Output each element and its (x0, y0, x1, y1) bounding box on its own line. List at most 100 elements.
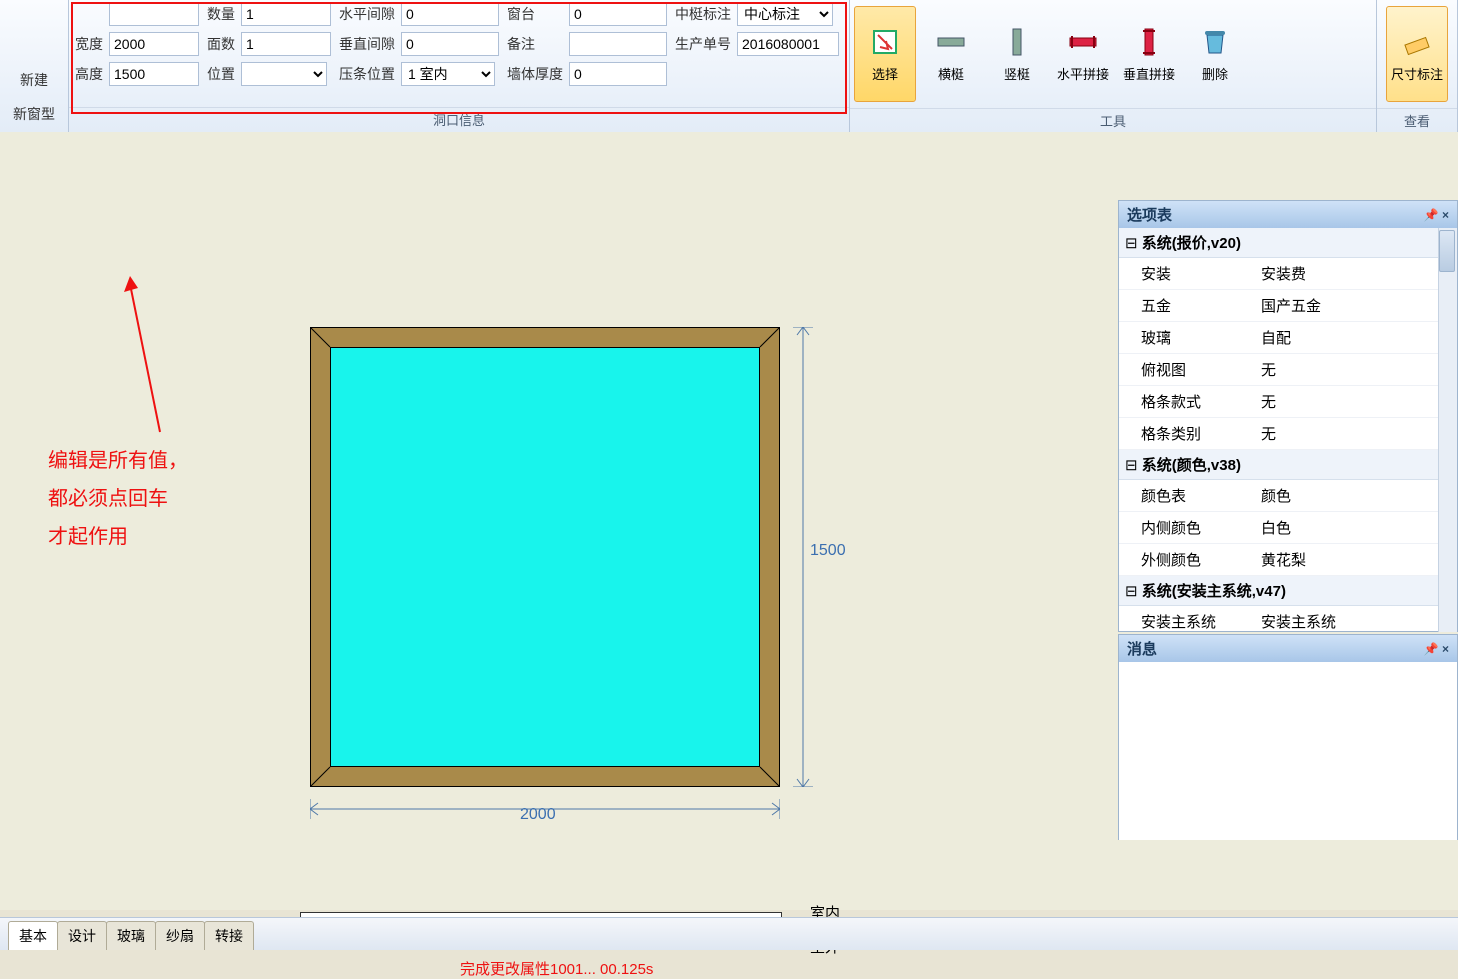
pos-select[interactable] (241, 62, 327, 86)
bottom-tab[interactable]: 转接 (204, 921, 254, 950)
bottom-tabs: 基本设计玻璃纱扇转接 (8, 922, 253, 950)
option-value[interactable]: 无 (1261, 391, 1449, 412)
option-row[interactable]: 内侧颜色白色 (1119, 512, 1457, 544)
options-scrollbar[interactable] (1438, 228, 1457, 632)
muntin-label: 中梃标注 (673, 2, 733, 26)
new-button[interactable]: 新建 (5, 66, 63, 94)
bead-pos-label: 压条位置 (337, 62, 397, 86)
option-value[interactable]: 国产五金 (1261, 295, 1449, 316)
ruler-icon (1401, 26, 1433, 58)
option-value[interactable]: 黄花梨 (1261, 549, 1449, 570)
order-input[interactable] (737, 32, 839, 56)
option-row[interactable]: 格条类别无 (1119, 418, 1457, 450)
pin-icon[interactable]: 📌 × (1424, 208, 1449, 222)
option-row[interactable]: 安装主系统安装主系统 (1119, 606, 1457, 632)
bead-pos-select[interactable]: 1 室内 (401, 62, 495, 86)
vgap-label: 垂直间隙 (337, 32, 397, 56)
h-mullion-icon (935, 26, 967, 58)
tool-v-join[interactable]: 垂直拼接 (1118, 6, 1180, 102)
bottom-tab[interactable]: 玻璃 (106, 921, 156, 950)
annotation-line3: 才起作用 (48, 518, 188, 556)
height-label: 高度 (73, 62, 105, 86)
option-group[interactable]: 系统(报价,v20) (1119, 228, 1457, 258)
wall-input[interactable] (569, 62, 667, 86)
select-icon (869, 26, 901, 58)
window-drawing[interactable] (310, 327, 780, 787)
bottom-tab[interactable]: 基本 (8, 921, 58, 950)
qty-input[interactable] (241, 2, 331, 26)
tool-dim-annotation[interactable]: 尺寸标注 (1386, 6, 1448, 102)
annotation-line2: 都必须点回车 (48, 480, 188, 518)
option-row[interactable]: 安装安装费 (1119, 258, 1457, 290)
dim-width-value: 2000 (520, 806, 556, 824)
messages-panel-header[interactable]: 消息 📌 × (1119, 635, 1457, 662)
ribbon-group-tools: 选择 横梃 竖梃 水平拼接 垂直拼接 删除 工具 (850, 0, 1377, 132)
tool-h-join[interactable]: 水平拼接 (1052, 6, 1114, 102)
muntin-select[interactable]: 中心标注 (737, 2, 833, 26)
new-window-type-button[interactable]: 新窗型 (5, 100, 63, 128)
tool-h-join-label: 水平拼接 (1057, 64, 1109, 83)
sill-input[interactable] (569, 2, 667, 26)
option-key: 格条类别 (1141, 423, 1261, 444)
group-label-tools: 工具 (850, 108, 1376, 133)
tool-delete-label: 删除 (1202, 64, 1228, 83)
frame-miters (310, 327, 780, 787)
tool-select[interactable]: 选择 (854, 6, 916, 102)
option-value[interactable]: 安装主系统 (1261, 611, 1449, 632)
ribbon-group-hole-info: 宽度 高度 数量 面数 位置 水平间隙 垂直间隙 压条位置 1 (69, 0, 850, 132)
h-join-icon (1067, 26, 1099, 58)
options-panel: 选项表 📌 × 系统(报价,v20)安装安装费五金国产五金玻璃自配俯视图无格条款… (1118, 200, 1458, 632)
bottom-tab[interactable]: 纱扇 (155, 921, 205, 950)
hgap-input[interactable] (401, 2, 499, 26)
option-key: 玻璃 (1141, 327, 1261, 348)
height-input[interactable] (109, 62, 199, 86)
option-key: 安装主系统 (1141, 611, 1261, 632)
tool-v-mullion[interactable]: 竖梃 (986, 6, 1048, 102)
tool-h-mullion[interactable]: 横梃 (920, 6, 982, 102)
option-key: 格条款式 (1141, 391, 1261, 412)
pin-icon[interactable]: 📌 × (1424, 642, 1449, 656)
tool-dim-label: 尺寸标注 (1391, 64, 1443, 83)
option-row[interactable]: 颜色表颜色 (1119, 480, 1457, 512)
width-input[interactable] (109, 32, 199, 56)
faces-input[interactable] (241, 32, 331, 56)
annotation-text: 编辑是所有值， 都必须点回车 才起作用 (48, 442, 188, 556)
tool-select-label: 选择 (872, 64, 898, 83)
option-value[interactable]: 无 (1261, 423, 1449, 444)
option-value[interactable]: 安装费 (1261, 263, 1449, 284)
option-row[interactable]: 玻璃自配 (1119, 322, 1457, 354)
note-input[interactable] (569, 32, 667, 56)
tool-delete[interactable]: 删除 (1184, 6, 1246, 102)
annotation-line1: 编辑是所有值， (48, 442, 188, 480)
option-row[interactable]: 格条款式无 (1119, 386, 1457, 418)
option-row[interactable]: 五金国产五金 (1119, 290, 1457, 322)
group-label-info: 洞口信息 (69, 107, 849, 132)
options-body[interactable]: 系统(报价,v20)安装安装费五金国产五金玻璃自配俯视图无格条款式无格条类别无系… (1119, 228, 1457, 632)
option-group[interactable]: 系统(安装主系统,v47) (1119, 576, 1457, 606)
trash-icon (1199, 26, 1231, 58)
tool-v-join-label: 垂直拼接 (1123, 64, 1175, 83)
option-value[interactable]: 颜色 (1261, 485, 1449, 506)
option-value[interactable]: 白色 (1261, 517, 1449, 538)
option-value[interactable]: 无 (1261, 359, 1449, 380)
note-label: 备注 (505, 32, 565, 56)
option-group[interactable]: 系统(颜色,v38) (1119, 450, 1457, 480)
option-row[interactable]: 俯视图无 (1119, 354, 1457, 386)
messages-panel: 消息 📌 × (1118, 634, 1458, 840)
bottom-tab[interactable]: 设计 (57, 921, 107, 950)
v-join-icon (1133, 26, 1165, 58)
options-title: 选项表 (1127, 204, 1172, 225)
pos-label: 位置 (205, 62, 237, 86)
option-row[interactable]: 外侧颜色黄花梨 (1119, 544, 1457, 576)
qty-label: 数量 (205, 2, 237, 26)
option-value[interactable]: 自配 (1261, 327, 1449, 348)
vgap-input[interactable] (401, 32, 499, 56)
options-scroll-thumb[interactable] (1439, 230, 1455, 272)
blank-input[interactable] (109, 2, 199, 26)
messages-body[interactable] (1119, 662, 1457, 840)
options-panel-header[interactable]: 选项表 📌 × (1119, 201, 1457, 228)
ribbon-bar: 新建 新窗型 宽度 高度 数量 面数 位置 (0, 0, 1458, 133)
width-label: 宽度 (73, 32, 105, 56)
ribbon-group-view: 尺寸标注 查看 (1377, 0, 1458, 132)
option-key: 安装 (1141, 263, 1261, 284)
